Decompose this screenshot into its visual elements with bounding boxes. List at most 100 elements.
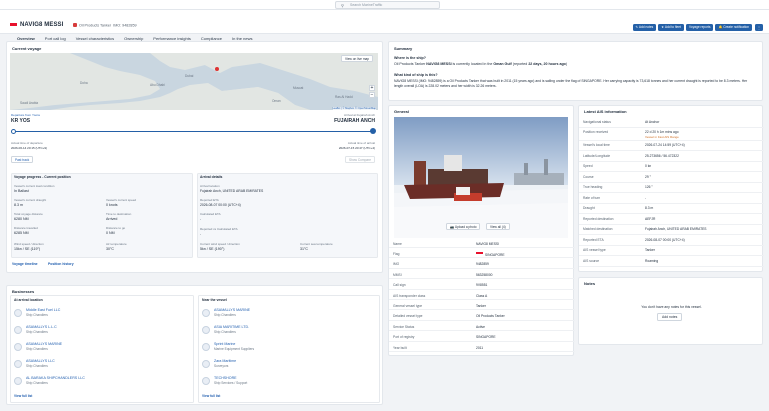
business-category: Ship Chandlers <box>26 381 48 385</box>
business-logo-icon <box>202 360 210 368</box>
general-row-value: 563258000 <box>476 272 493 277</box>
voyage-timeline-link[interactable]: Voyage timeline <box>12 262 38 266</box>
business-item[interactable]: AL BARAKA SHIPCHANDLERS LLC Ship Chandler… <box>11 375 195 389</box>
draught-label: Vessel's current draught <box>14 198 47 202</box>
upload-photo-button[interactable]: 📷 Upload a photo <box>446 223 481 230</box>
vessel-photo-graphic <box>394 117 568 238</box>
ais-row-label: Matched destination <box>583 227 613 231</box>
business-name[interactable]: ASAMALLYS L.L.C <box>26 325 57 329</box>
business-name[interactable]: ASAMALLYS LLC <box>26 359 55 363</box>
zoom-in-button[interactable]: + <box>369 85 375 91</box>
ship-type: Oil Products Tanker IMO: 9482859 <box>73 22 137 27</box>
draught-value: 8.3 m <box>14 203 23 207</box>
add-notes-button[interactable]: ✎ Add notes <box>632 24 657 31</box>
show-compare-button[interactable]: Show Compare <box>345 156 375 163</box>
business-name[interactable]: AL BARAKA SHIPCHANDLERS LLC <box>26 376 85 380</box>
business-name[interactable]: TECHSHORE <box>214 376 237 380</box>
voyage-progress-title: Voyage progress - Current position <box>14 175 71 179</box>
ais-row-value: 126 ° <box>645 185 653 189</box>
business-logo-icon <box>14 377 22 385</box>
vessel-position-marker[interactable] <box>215 67 219 71</box>
business-item[interactable]: ASAMALLYS MARINE Ship Chandlers <box>11 341 195 355</box>
sea-temperature-label: Current sea temperature <box>300 242 333 246</box>
ata-label: Actual time of arrival <box>347 141 375 145</box>
business-name[interactable]: ASAMALLYS MARINE <box>214 308 250 312</box>
near-view-full-list-link[interactable]: View full list <box>202 394 220 398</box>
business-category: Marine Equipment Suppliers <box>214 347 255 351</box>
arrival-view-full-list-link[interactable]: View full list <box>14 394 32 398</box>
arrival-details-title: Arrival details <box>200 175 223 179</box>
calculated-eta-label: Calculated ETA <box>200 212 221 216</box>
view-all-photos-button[interactable]: View all (4) <box>486 223 510 230</box>
general-row-value: 9482859 <box>476 262 489 267</box>
ais-row-label: Speed <box>583 164 593 168</box>
general-row: Detailed vessel type Oil Products Tanker <box>389 312 575 321</box>
map-label-oman: Oman <box>272 99 281 103</box>
more-options-button[interactable]: ⋮ <box>755 24 763 31</box>
general-row: Call sign 9V8551 <box>389 281 575 290</box>
ais-row: Matched destination Fujairah Anch, UNITED… <box>579 225 764 235</box>
business-name[interactable]: Zara Maritime <box>214 359 236 363</box>
zoom-out-button[interactable]: − <box>369 92 375 98</box>
ais-row-value: 2026-08-07 00:00 (UTC+4) <box>645 237 685 242</box>
business-item[interactable]: ASAMALLYS MARINE Ship Chandlers <box>199 307 381 321</box>
map-label-saudi-arabia: Saudi Arabia <box>20 101 39 105</box>
add-notes-inline-button[interactable]: Add notes <box>657 313 683 321</box>
create-notification-button[interactable]: 🔔 Create notification <box>715 24 752 31</box>
ship-name: NAVIG8 MESSI <box>20 22 64 28</box>
vessel-photo[interactable]: 📷 Upload a photo View all (4) <box>394 117 568 238</box>
general-row-label: Call sign <box>393 283 406 288</box>
top-bar: ⚲ Search MarineTraffic <box>0 0 769 10</box>
vessel-header: NAVIG8 MESSI Oil Products Tanker IMO: 94… <box>0 10 769 43</box>
search-input[interactable]: ⚲ Search MarineTraffic <box>335 1 440 9</box>
business-item[interactable]: Zara Maritime Surveyors <box>199 358 381 372</box>
flag-value: SINGAPORE <box>485 252 505 257</box>
arrival-label: Arrival at Fujairah Anch <box>343 113 375 117</box>
ais-card: Latest AIS information Navigational stat… <box>578 105 764 272</box>
business-name[interactable]: ASAMALLYS MARINE <box>26 342 62 346</box>
search-placeholder: Search MarineTraffic <box>350 3 383 7</box>
business-item[interactable]: ASAMALLYS L.L.C Ship Chandlers <box>11 324 195 338</box>
business-item[interactable]: Sprint Marine Marine Equipment Suppliers <box>199 341 381 355</box>
where-answer-ship: NAVIG8 MESSI <box>426 62 452 66</box>
ais-row: AIS source Roaming <box>579 256 764 267</box>
business-item[interactable]: ASAMALLYS LLC Ship Chandlers <box>11 358 195 372</box>
departure-port[interactable]: KR YOS <box>11 118 30 124</box>
distance-travelled-label: Distance travelled <box>14 226 38 230</box>
map-label-doha: Doha <box>80 81 88 85</box>
business-name[interactable]: ASIA MARITIME LTD. <box>214 325 249 329</box>
voyage-map[interactable]: Dubai Abu Dhabi Muscat Oman Saudi Arabia… <box>10 53 378 110</box>
business-category: Surveyors <box>214 364 229 368</box>
where-answer-text: Oil Products Tanker <box>394 62 427 66</box>
near-businesses-list: ASAMALLYS MARINE Ship Chandlers ASIA MARIT… <box>199 307 381 391</box>
general-row: Port of registry SINGAPORE <box>389 333 575 342</box>
business-name[interactable]: Sprint Marine <box>214 342 235 346</box>
view-on-live-map-button[interactable]: View on live map <box>341 55 374 62</box>
voyage-reports-button[interactable]: Voyage reports <box>685 24 714 31</box>
ais-row-label: Navigational status <box>583 119 611 124</box>
departure-point-icon <box>11 129 16 134</box>
position-history-link[interactable]: Position history <box>48 262 74 266</box>
add-to-fleet-button[interactable]: ★ Add to fleet <box>658 24 684 31</box>
ais-row-label: Position received <box>583 130 609 134</box>
where-answer-text: is currently located in the <box>451 62 494 66</box>
map-attribution: Leaflet | © Mapbox © OpenStreetMap <box>332 107 376 110</box>
businesses-card: Businesses At arrival location Middle Ea… <box>6 285 383 405</box>
map-label-muscat: Muscat <box>293 86 304 90</box>
arrival-port[interactable]: FUJAIRAH ANCH <box>334 118 375 124</box>
ais-row-value: 8.3 m <box>645 206 654 210</box>
tanker-type-icon <box>73 22 77 27</box>
ais-row-value[interactable]: 25.273656 / 56.472322 <box>645 154 679 158</box>
business-item[interactable]: TECHSHORE Ship Services / Support <box>199 375 381 389</box>
total-distance-label: Total voyage distance <box>14 212 43 216</box>
ais-row: Reported destination AEFJR <box>579 214 764 225</box>
near-businesses-title: Near the vessel <box>202 298 227 302</box>
business-item[interactable]: Middle East Fuel LLC Ship Chandlers <box>11 307 195 321</box>
where-question: Where is the ship? <box>394 56 426 60</box>
ais-row-value: 2026-07-24 14:59 (UTC+4) <box>645 143 685 147</box>
business-item[interactable]: ASIA MARITIME LTD. Ship Chandlers <box>199 324 381 338</box>
past-track-button[interactable]: Past track <box>11 156 34 163</box>
business-name[interactable]: Middle East Fuel LLC <box>26 308 60 312</box>
singapore-flag-icon <box>476 251 483 257</box>
vessel-progress-icon <box>370 128 376 134</box>
